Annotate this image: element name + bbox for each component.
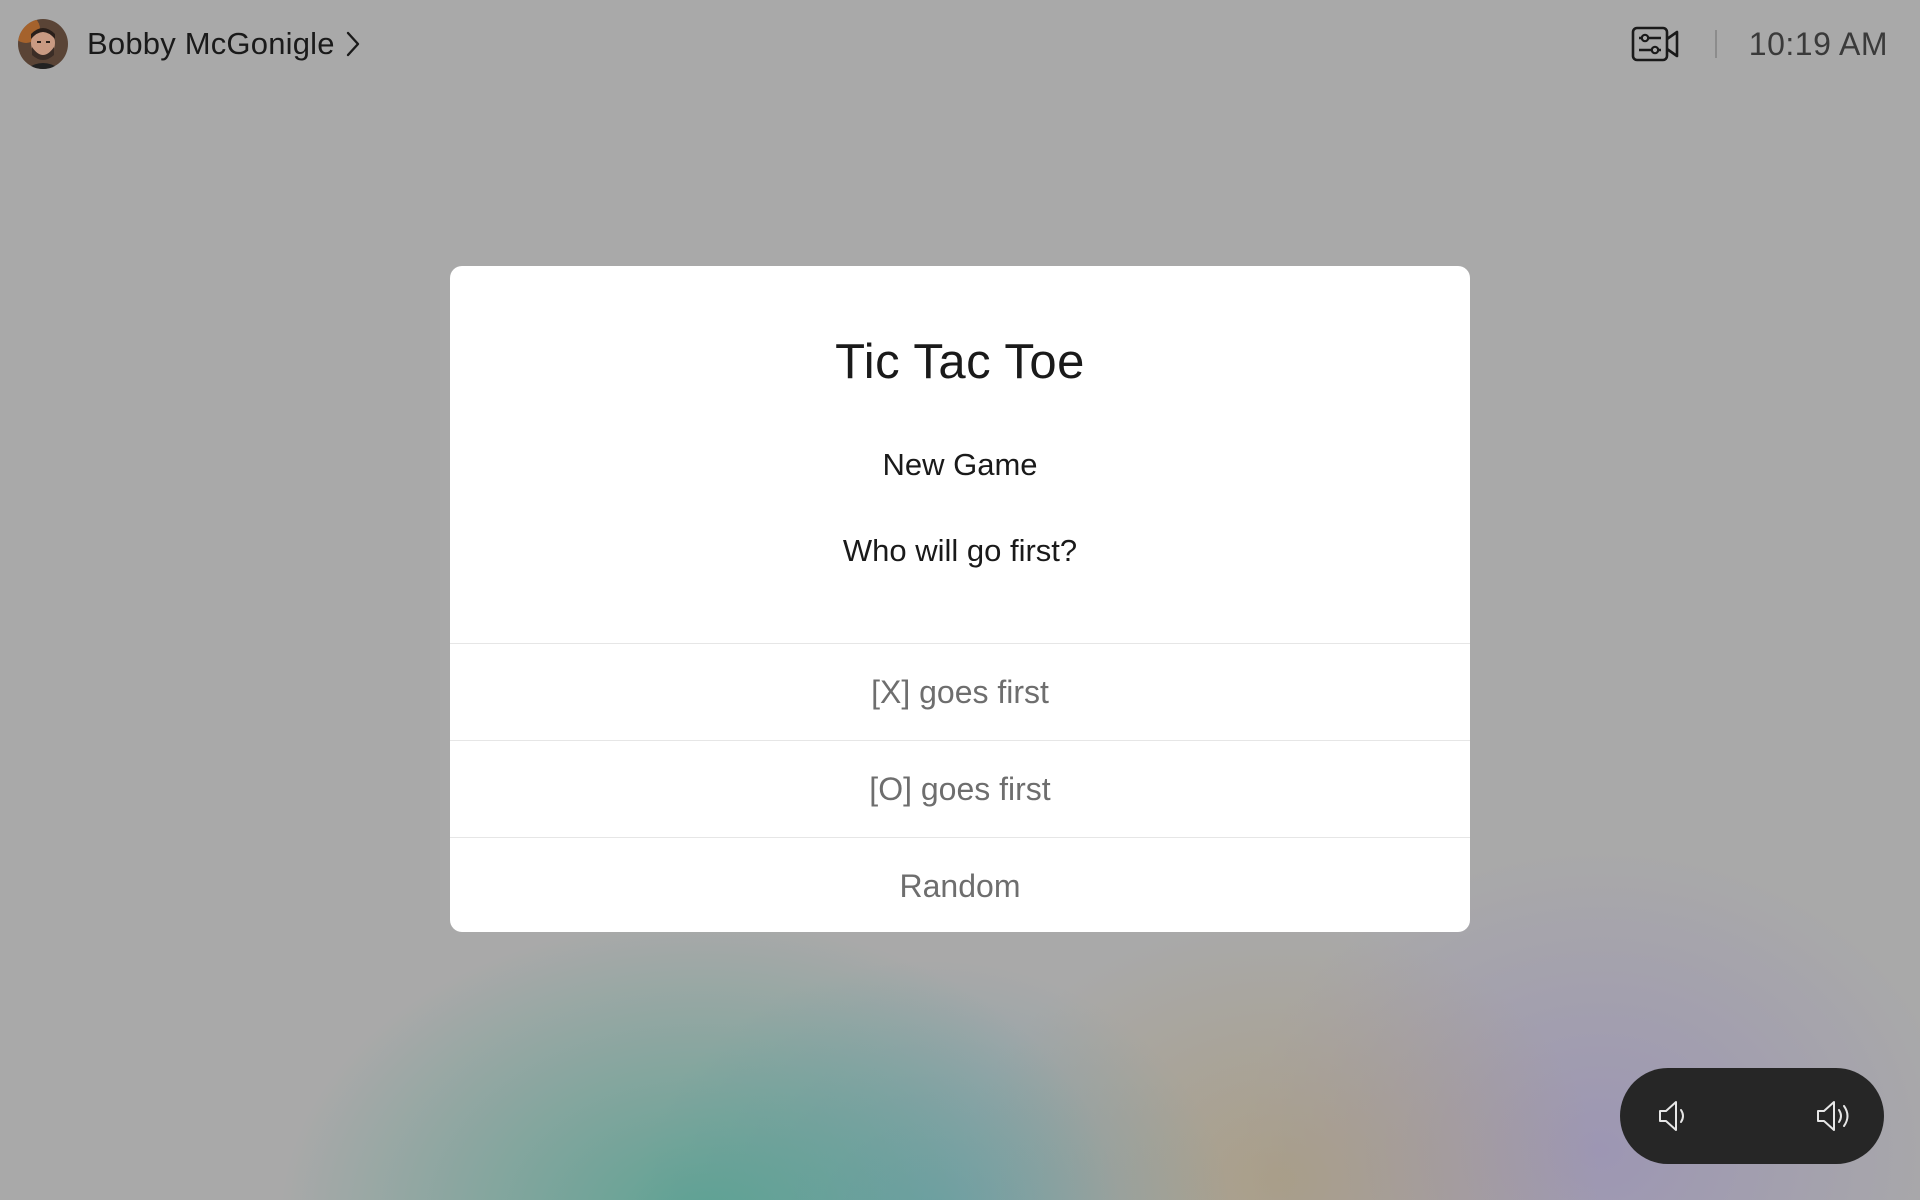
camera-settings-icon[interactable] [1631,26,1679,62]
x-goes-first-button[interactable]: [X] goes first [450,643,1470,740]
user-avatar [18,19,68,69]
dialog-header: Tic Tac Toe New Game Who will go first? [450,266,1470,643]
random-button[interactable]: Random [450,837,1470,932]
o-goes-first-button[interactable]: [O] goes first [450,740,1470,837]
chevron-right-icon [345,30,361,58]
dialog-subtitle: New Game [882,447,1038,482]
clock: 10:19 AM [1748,25,1888,62]
dialog-question: Who will go first? [842,533,1078,568]
volume-down-icon[interactable] [1650,1092,1698,1140]
header-divider [1714,30,1717,58]
volume-control [1620,1068,1884,1164]
status-bar: 10:19 AM [1631,22,1888,66]
volume-up-icon[interactable] [1810,1092,1858,1140]
new-game-dialog: Tic Tac Toe New Game Who will go first? … [450,266,1470,932]
dialog-title: Tic Tac Toe [835,335,1085,389]
user-profile-button[interactable]: Bobby McGonigle [18,19,361,69]
user-name: Bobby McGonigle [87,26,335,61]
